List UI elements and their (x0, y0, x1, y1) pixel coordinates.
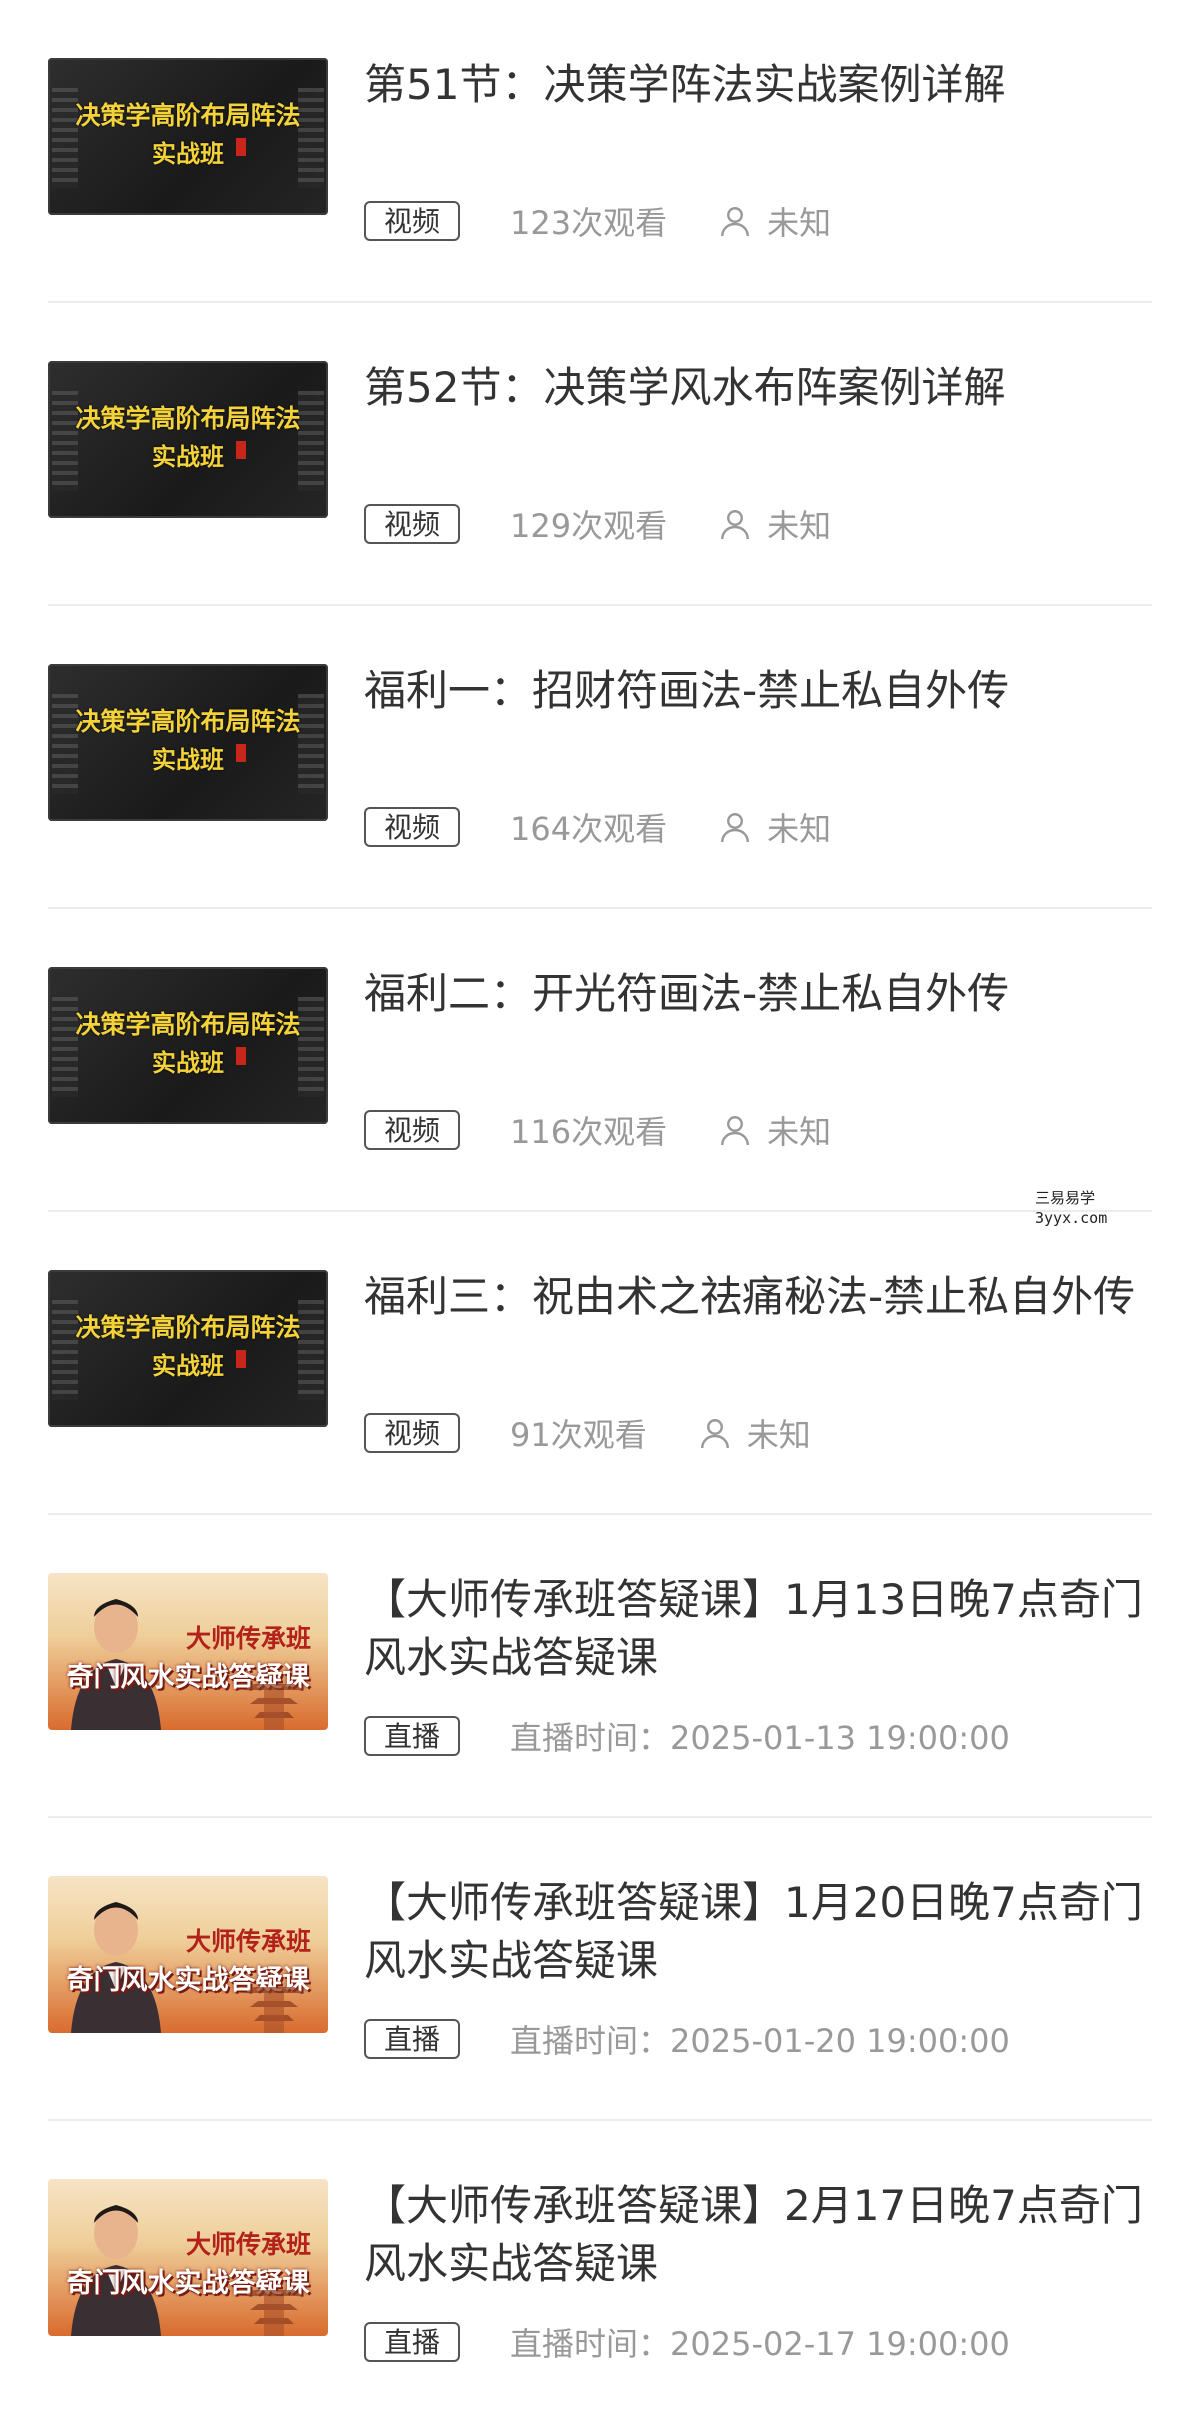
live-thumbnail[interactable]: 大师传承班 奇门风水实战答疑课 (48, 1573, 328, 1730)
item-title[interactable]: 第51节：决策学阵法实战案例详解 (364, 56, 1154, 114)
list-item[interactable]: 大师传承班 奇门风水实战答疑课 【大师传承班答疑课】1月20日晚7点奇门风水实战… (48, 1818, 1152, 2121)
author: 未知 (717, 501, 831, 547)
author: 未知 (717, 198, 831, 244)
author: 未知 (717, 1107, 831, 1153)
thumbnail-title: 决策学高阶布局阵法 (75, 1010, 301, 1039)
user-icon (721, 813, 750, 843)
thumbnail-title: 大师传承班 (186, 2230, 312, 2259)
view-count: 123次观看 (510, 204, 668, 242)
seal-mark (236, 1047, 246, 1065)
thumbnail-title: 决策学高阶布局阵法 (75, 707, 301, 736)
view-count: 129次观看 (510, 507, 668, 545)
view-count: 91次观看 (510, 1416, 647, 1454)
author: 未知 (717, 804, 831, 850)
video-thumbnail[interactable]: 决策学高阶布局阵法 实战班 (48, 967, 328, 1124)
item-meta: 视频 123次观看 未知 (364, 200, 831, 242)
item-title[interactable]: 福利二：开光符画法-禁止私自外传 (364, 965, 1154, 1023)
item-meta: 直播 直播时间：2025-02-17 19:00:00 (364, 2321, 1010, 2363)
list-item[interactable]: 决策学高阶布局阵法 实战班 第52节：决策学风水布阵案例详解 视频 129次观看… (48, 303, 1152, 606)
thumbnail-subtitle: 实战班 (152, 140, 224, 168)
thumbnail-title: 大师传承班 (186, 1624, 312, 1653)
list-item[interactable]: 决策学高阶布局阵法 实战班 第51节：决策学阵法实战案例详解 视频 123次观看… (48, 0, 1152, 303)
type-badge: 直播 (364, 2019, 461, 2059)
live-time: 直播时间：2025-01-20 19:00:00 (510, 2022, 1010, 2060)
item-title[interactable]: 【大师传承班答疑课】1月13日晚7点奇门风水实战答疑课 (364, 1571, 1154, 1687)
thumbnail-title: 决策学高阶布局阵法 (75, 404, 301, 433)
user-icon (721, 207, 750, 237)
seal-mark (236, 744, 246, 762)
type-badge: 视频 (364, 807, 461, 847)
list-item[interactable]: 决策学高阶布局阵法 实战班 福利一：招财符画法-禁止私自外传 视频 164次观看… (48, 606, 1152, 909)
item-title[interactable]: 第52节：决策学风水布阵案例详解 (364, 359, 1154, 417)
type-badge: 视频 (364, 1110, 461, 1150)
author-name: 未知 (767, 507, 832, 545)
type-badge: 直播 (364, 1716, 461, 1756)
list-item[interactable]: 大师传承班 奇门风水实战答疑课 【大师传承班答疑课】1月13日晚7点奇门风水实战… (48, 1515, 1152, 1818)
thumbnail-subtitle: 实战班 (152, 443, 224, 471)
item-meta: 视频 91次观看 未知 (364, 1412, 811, 1454)
thumbnail-subtitle: 实战班 (152, 1049, 224, 1077)
video-thumbnail[interactable]: 决策学高阶布局阵法 实战班 (48, 664, 328, 821)
type-badge: 视频 (364, 504, 461, 544)
thumbnail-title: 大师传承班 (186, 1927, 312, 1956)
seal-mark (236, 441, 246, 459)
item-meta: 视频 116次观看 未知 (364, 1109, 831, 1151)
author-name: 未知 (767, 810, 832, 848)
thumbnail-subtitle: 实战班 (152, 1352, 224, 1380)
list-item[interactable]: 大师传承班 奇门风水实战答疑课 【大师传承班答疑课】2月17日晚7点奇门风水实战… (48, 2121, 1152, 2424)
watermark: 三易易学 3yyx.com (1035, 1188, 1107, 1228)
video-thumbnail[interactable]: 决策学高阶布局阵法 实战班 (48, 1270, 328, 1427)
item-meta: 视频 129次观看 未知 (364, 503, 831, 545)
video-thumbnail[interactable]: 决策学高阶布局阵法 实战班 (48, 58, 328, 215)
pagoda-graphic (244, 2290, 304, 2336)
view-count: 164次观看 (510, 810, 668, 848)
live-time: 直播时间：2025-01-13 19:00:00 (510, 1719, 1010, 1757)
author-name: 未知 (746, 1416, 811, 1454)
view-count: 116次观看 (510, 1113, 668, 1151)
author-name: 未知 (767, 1113, 832, 1151)
type-badge: 视频 (364, 1413, 461, 1453)
live-time: 直播时间：2025-02-17 19:00:00 (510, 2325, 1010, 2363)
author-name: 未知 (767, 204, 832, 242)
user-icon (700, 1419, 729, 1449)
list-item[interactable]: 决策学高阶布局阵法 实战班 福利二：开光符画法-禁止私自外传 视频 116次观看… (48, 909, 1152, 1212)
item-meta: 视频 164次观看 未知 (364, 806, 831, 848)
item-meta: 直播 直播时间：2025-01-13 19:00:00 (364, 1715, 1010, 1757)
watermark-url: 3yyx.com (1035, 1209, 1108, 1227)
author: 未知 (697, 1410, 811, 1456)
video-thumbnail[interactable]: 决策学高阶布局阵法 实战班 (48, 361, 328, 518)
watermark-name: 三易易学 (1035, 1189, 1096, 1207)
pagoda-graphic (244, 1684, 304, 1730)
thumbnail-title: 决策学高阶布局阵法 (75, 101, 301, 130)
type-badge: 直播 (364, 2322, 461, 2362)
item-title[interactable]: 【大师传承班答疑课】2月17日晚7点奇门风水实战答疑课 (364, 2177, 1154, 2293)
live-thumbnail[interactable]: 大师传承班 奇门风水实战答疑课 (48, 1876, 328, 2033)
seal-mark (236, 1350, 246, 1368)
thumbnail-title: 决策学高阶布局阵法 (75, 1313, 301, 1342)
course-list: 决策学高阶布局阵法 实战班 第51节：决策学阵法实战案例详解 视频 123次观看… (0, 0, 1200, 2424)
thumbnail-subtitle: 实战班 (152, 746, 224, 774)
item-title[interactable]: 福利一：招财符画法-禁止私自外传 (364, 662, 1154, 720)
type-badge: 视频 (364, 201, 461, 241)
user-icon (721, 1116, 750, 1146)
pagoda-graphic (244, 1987, 304, 2033)
item-meta: 直播 直播时间：2025-01-20 19:00:00 (364, 2018, 1010, 2060)
seal-mark (236, 138, 246, 156)
list-item[interactable]: 决策学高阶布局阵法 实战班 福利三：祝由术之祛痛秘法-禁止私自外传 视频 91次… (48, 1212, 1152, 1515)
item-title[interactable]: 【大师传承班答疑课】1月20日晚7点奇门风水实战答疑课 (364, 1874, 1154, 1990)
live-thumbnail[interactable]: 大师传承班 奇门风水实战答疑课 (48, 2179, 328, 2336)
user-icon (721, 510, 750, 540)
item-title[interactable]: 福利三：祝由术之祛痛秘法-禁止私自外传 (364, 1268, 1154, 1326)
